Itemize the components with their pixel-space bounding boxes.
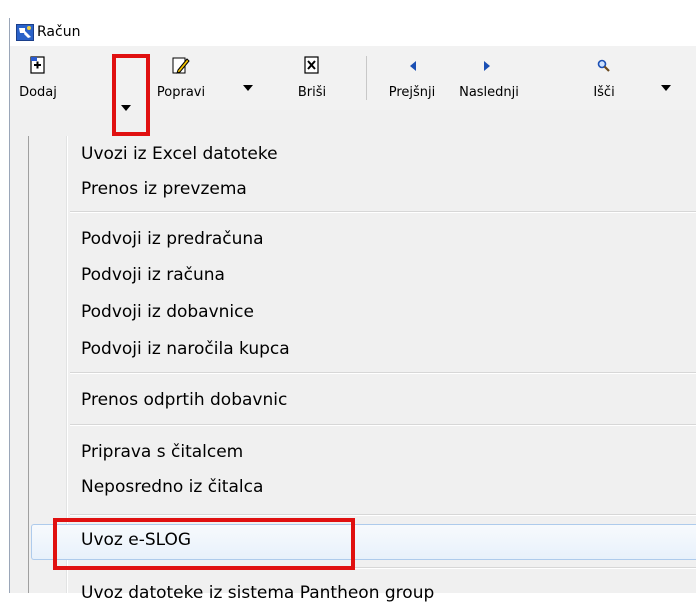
menu-separator-highlight — [70, 515, 696, 516]
menu-item-transfer-open-delivery-notes[interactable]: Prenos odprtih dobavnic — [81, 390, 287, 410]
previous-button-label: Prejšnji — [388, 85, 436, 100]
menu-item-duplicate-from-proforma[interactable]: Podvoji iz predračuna — [81, 229, 264, 249]
previous-button[interactable]: Prejšnji — [380, 50, 444, 110]
menu-item-transfer-from-receipt[interactable]: Prenos iz prevzema — [81, 179, 247, 199]
arrow-right-icon — [484, 61, 490, 71]
menu-separator-highlight — [70, 425, 696, 426]
add-button-label: Dodaj — [19, 85, 57, 100]
delete-button[interactable]: Briši — [288, 50, 336, 110]
desktop-edge — [0, 0, 9, 593]
edit-button[interactable]: Popravi — [150, 50, 212, 110]
menu-separator-highlight — [70, 212, 696, 213]
edit-button-label: Popravi — [156, 85, 206, 100]
annotation-box-dropdown — [112, 54, 150, 136]
menu-item-direct-from-reader[interactable]: Neposredno iz čitalca — [81, 477, 263, 497]
menu-item-duplicate-from-invoice[interactable]: Podvoji iz računa — [81, 265, 225, 285]
menu-item-import-excel[interactable]: Uvozi iz Excel datoteke — [81, 144, 278, 164]
app-icon — [16, 24, 34, 41]
arrow-left-icon — [410, 61, 416, 71]
menu-separator-highlight — [70, 373, 696, 374]
chevron-down-icon — [661, 85, 671, 91]
edit-pencil-icon — [172, 57, 190, 74]
delete-button-label: Briši — [297, 85, 327, 100]
window-title: Račun — [37, 24, 81, 40]
annotation-box-eslog — [53, 518, 355, 570]
search-button-label: Išči — [593, 85, 615, 100]
chevron-down-icon — [243, 85, 253, 91]
toolbar-separator — [366, 56, 367, 100]
search-icon — [597, 59, 610, 72]
menu-item-prepare-with-reader[interactable]: Priprava s čitalcem — [81, 442, 243, 462]
title-bar: Račun — [10, 18, 696, 46]
delete-icon — [304, 56, 319, 74]
add-document-icon — [30, 56, 45, 74]
next-button[interactable]: Naslednji — [448, 50, 530, 110]
add-button[interactable]: Dodaj — [14, 50, 62, 110]
menu-item-duplicate-from-customer-order[interactable]: Podvoji iz naročila kupca — [81, 339, 290, 359]
next-button-label: Naslednji — [459, 85, 519, 100]
menu-item-import-pantheon-group-file[interactable]: Uvoz datoteke iz sistema Pantheon group — [81, 583, 434, 603]
menu-item-duplicate-from-delivery-note[interactable]: Podvoji iz dobavnice — [81, 302, 254, 322]
search-button[interactable]: Išči — [584, 50, 624, 110]
edit-dropdown-button[interactable] — [238, 78, 258, 108]
search-dropdown-button[interactable] — [656, 78, 676, 108]
